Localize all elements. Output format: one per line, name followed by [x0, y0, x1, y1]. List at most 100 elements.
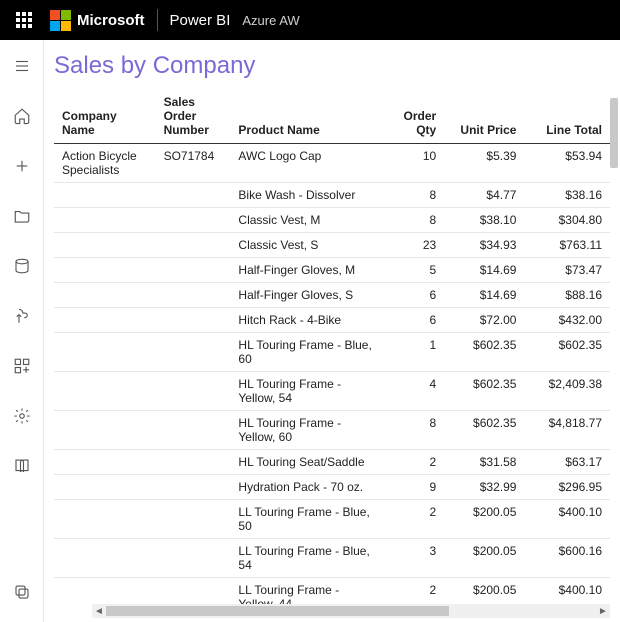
- table-row[interactable]: Classic Vest, M8$38.10$304.80: [54, 208, 610, 233]
- cell-qty: 1: [380, 333, 444, 372]
- cell-product: Classic Vest, S: [230, 233, 380, 258]
- cell-price: $31.58: [444, 450, 524, 475]
- browse-icon[interactable]: [4, 198, 40, 234]
- cell-company: [54, 183, 156, 208]
- cell-product: Hydration Pack - 70 oz.: [230, 475, 380, 500]
- cell-company: [54, 372, 156, 411]
- horizontal-scrollbar-thumb[interactable]: [106, 606, 449, 616]
- cell-qty: 10: [380, 144, 444, 183]
- cell-company: [54, 233, 156, 258]
- vertical-scrollbar-thumb[interactable]: [610, 98, 618, 168]
- cell-company: [54, 208, 156, 233]
- apps-icon[interactable]: [4, 348, 40, 384]
- cell-price: $34.93: [444, 233, 524, 258]
- cell-qty: 3: [380, 539, 444, 578]
- table-container[interactable]: Company Name Sales Order Number Product …: [54, 88, 610, 608]
- table-row[interactable]: LL Touring Frame - Blue, 543$200.05$600.…: [54, 539, 610, 578]
- product-label[interactable]: Power BI: [170, 12, 231, 29]
- cell-total: $432.00: [524, 308, 610, 333]
- cell-qty: 2: [380, 450, 444, 475]
- horizontal-scrollbar[interactable]: ◄ ►: [92, 604, 610, 618]
- cell-qty: 6: [380, 308, 444, 333]
- table-row[interactable]: Classic Vest, S23$34.93$763.11: [54, 233, 610, 258]
- table-row[interactable]: Action Bicycle SpecialistsSO71784AWC Log…: [54, 144, 610, 183]
- cell-company: [54, 333, 156, 372]
- table-row[interactable]: Bike Wash - Dissolver8$4.77$38.16: [54, 183, 610, 208]
- workspace-label[interactable]: Azure AW: [242, 13, 299, 28]
- menu-icon[interactable]: [4, 48, 40, 84]
- col-company[interactable]: Company Name: [54, 89, 156, 144]
- cell-order: [156, 183, 231, 208]
- cell-product: AWC Logo Cap: [230, 144, 380, 183]
- create-icon[interactable]: [4, 148, 40, 184]
- cell-total: $4,818.77: [524, 411, 610, 450]
- col-product[interactable]: Product Name: [230, 89, 380, 144]
- table-row[interactable]: Half-Finger Gloves, M5$14.69$73.47: [54, 258, 610, 283]
- home-icon[interactable]: [4, 98, 40, 134]
- cell-order: [156, 539, 231, 578]
- cell-total: $296.95: [524, 475, 610, 500]
- table-row[interactable]: Half-Finger Gloves, S6$14.69$88.16: [54, 283, 610, 308]
- cell-qty: 4: [380, 372, 444, 411]
- cell-company: [54, 258, 156, 283]
- cell-qty: 8: [380, 208, 444, 233]
- cell-product: LL Touring Frame - Blue, 54: [230, 539, 380, 578]
- deployment-icon[interactable]: [4, 398, 40, 434]
- cell-product: LL Touring Frame - Blue, 50: [230, 500, 380, 539]
- cell-total: $38.16: [524, 183, 610, 208]
- table-row[interactable]: Hitch Rack - 4-Bike6$72.00$432.00: [54, 308, 610, 333]
- cell-price: $200.05: [444, 500, 524, 539]
- microsoft-logo-icon: [50, 10, 71, 31]
- cell-order: [156, 411, 231, 450]
- cell-total: $88.16: [524, 283, 610, 308]
- cell-company: [54, 411, 156, 450]
- cell-company: [54, 308, 156, 333]
- cell-company: [54, 283, 156, 308]
- cell-order: [156, 208, 231, 233]
- table-row[interactable]: LL Touring Frame - Blue, 502$200.05$400.…: [54, 500, 610, 539]
- cell-company: [54, 500, 156, 539]
- cell-price: $200.05: [444, 539, 524, 578]
- cell-product: Classic Vest, M: [230, 208, 380, 233]
- cell-total: $400.10: [524, 500, 610, 539]
- cell-total: $73.47: [524, 258, 610, 283]
- workspaces-icon[interactable]: [4, 574, 40, 610]
- cell-total: $63.17: [524, 450, 610, 475]
- table-row[interactable]: HL Touring Frame - Yellow, 544$602.35$2,…: [54, 372, 610, 411]
- cell-order: [156, 372, 231, 411]
- cell-product: Half-Finger Gloves, M: [230, 258, 380, 283]
- scroll-left-icon[interactable]: ◄: [92, 606, 106, 617]
- metrics-icon[interactable]: [4, 298, 40, 334]
- app-launcher-icon[interactable]: [8, 4, 40, 36]
- microsoft-label: Microsoft: [77, 12, 145, 29]
- cell-qty: 6: [380, 283, 444, 308]
- col-qty[interactable]: Order Qty: [380, 89, 444, 144]
- cell-order: [156, 500, 231, 539]
- sidebar: [0, 40, 44, 622]
- cell-qty: 2: [380, 500, 444, 539]
- cell-qty: 8: [380, 411, 444, 450]
- col-order[interactable]: Sales Order Number: [156, 89, 231, 144]
- learn-icon[interactable]: [4, 448, 40, 484]
- table-row[interactable]: HL Touring Frame - Blue, 601$602.35$602.…: [54, 333, 610, 372]
- cell-price: $38.10: [444, 208, 524, 233]
- cell-price: $5.39: [444, 144, 524, 183]
- sales-table: Company Name Sales Order Number Product …: [54, 89, 610, 608]
- table-row[interactable]: Hydration Pack - 70 oz.9$32.99$296.95: [54, 475, 610, 500]
- cell-order: [156, 308, 231, 333]
- table-row[interactable]: HL Touring Seat/Saddle2$31.58$63.17: [54, 450, 610, 475]
- cell-product: HL Touring Frame - Blue, 60: [230, 333, 380, 372]
- cell-price: $32.99: [444, 475, 524, 500]
- cell-product: HL Touring Frame - Yellow, 60: [230, 411, 380, 450]
- cell-order: [156, 475, 231, 500]
- cell-order: SO71784: [156, 144, 231, 183]
- col-total[interactable]: Line Total: [524, 89, 610, 144]
- cell-total: $2,409.38: [524, 372, 610, 411]
- scroll-right-icon[interactable]: ►: [596, 606, 610, 617]
- cell-price: $602.35: [444, 372, 524, 411]
- data-hub-icon[interactable]: [4, 248, 40, 284]
- table-row[interactable]: HL Touring Frame - Yellow, 608$602.35$4,…: [54, 411, 610, 450]
- col-price[interactable]: Unit Price: [444, 89, 524, 144]
- cell-price: $72.00: [444, 308, 524, 333]
- cell-price: $4.77: [444, 183, 524, 208]
